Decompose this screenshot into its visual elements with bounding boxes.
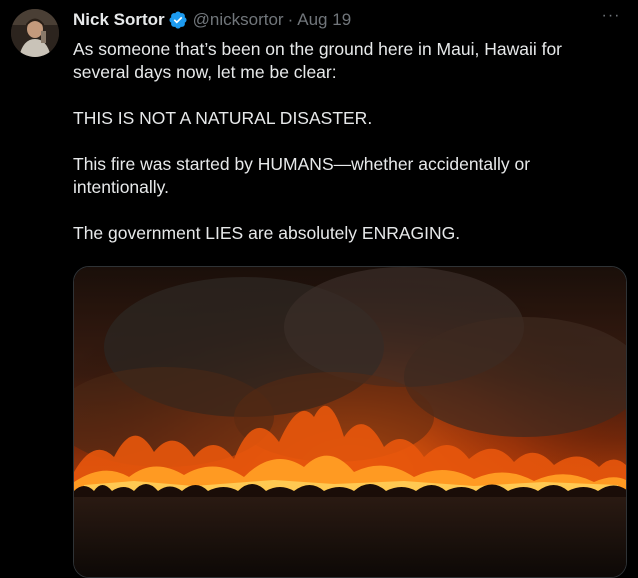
user-handle[interactable]: @nicksortor — [193, 10, 284, 30]
wildfire-photo — [74, 267, 626, 577]
more-options-icon[interactable]: ··· — [600, 8, 622, 28]
tweet-text: As someone that’s been on the ground her… — [73, 38, 623, 268]
tweet-header: Nick Sortor @nicksortor · Aug 19 — [73, 9, 351, 31]
display-name[interactable]: Nick Sortor — [73, 10, 165, 30]
tweet-date[interactable]: Aug 19 — [297, 10, 351, 30]
tweet-media-image[interactable] — [73, 266, 627, 578]
verified-badge-icon[interactable] — [168, 10, 188, 30]
tweet-card[interactable]: Nick Sortor @nicksortor · Aug 19 ··· As … — [0, 0, 638, 578]
avatar[interactable] — [11, 9, 59, 57]
tweet-paragraph: The government LIES are absolutely ENRAG… — [73, 223, 461, 243]
tweet-paragraph: This fire was started by HUMANS—whether … — [73, 154, 531, 197]
separator-dot: · — [287, 10, 294, 29]
tweet-paragraph: As someone that’s been on the ground her… — [73, 39, 563, 82]
tweet-paragraph: THIS IS NOT A NATURAL DISASTER. — [73, 108, 373, 128]
